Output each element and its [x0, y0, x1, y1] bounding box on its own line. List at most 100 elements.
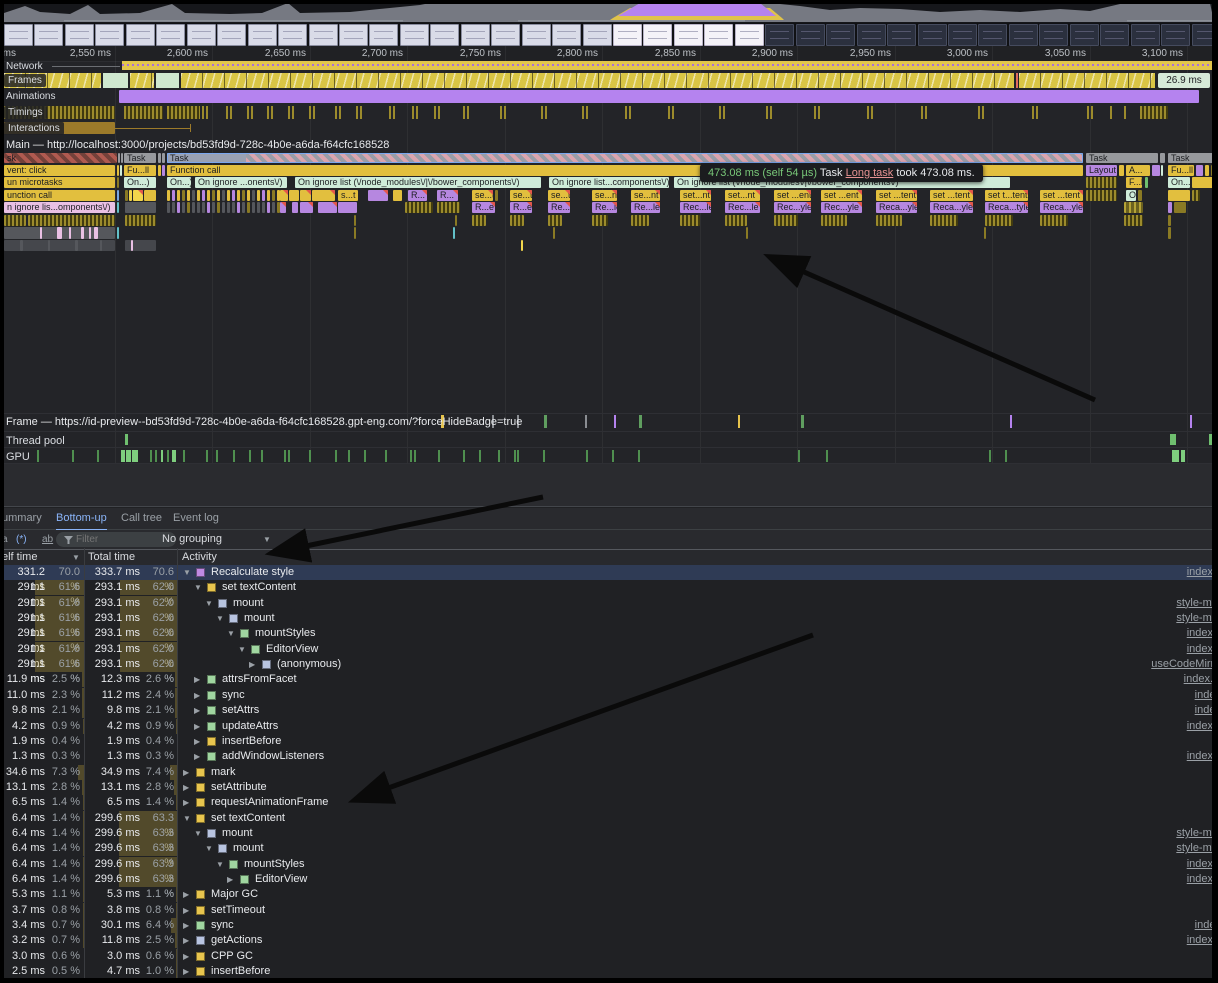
flame-bar[interactable] — [167, 202, 170, 213]
flame-bar[interactable] — [252, 190, 255, 201]
flame-bar[interactable] — [292, 202, 298, 213]
flame-bar[interactable] — [207, 190, 210, 201]
table-row[interactable]: 3.7 ms0.8 %3.8 ms0.8 %▶setTimeout — [0, 903, 1218, 918]
table-row[interactable]: 6.4 ms1.4 %299.6 ms63.3 %▼mountstyle-mod — [0, 826, 1218, 841]
flame-bar[interactable] — [289, 190, 299, 201]
activity-label[interactable]: attrsFromFacet — [222, 672, 297, 687]
flame-bar[interactable] — [354, 227, 356, 239]
screenshot-thumbnail[interactable] — [948, 24, 977, 46]
table-row[interactable]: 6.4 ms1.4 %299.6 ms63.3 %▼mountstyle-mod — [0, 841, 1218, 856]
flame-bar[interactable] — [117, 165, 119, 176]
column-separator[interactable] — [177, 548, 178, 983]
flame-bar[interactable] — [242, 202, 245, 213]
activity-label[interactable]: EditorView — [266, 642, 318, 657]
flame-bar[interactable] — [338, 202, 357, 213]
table-row[interactable]: 1.3 ms0.3 %1.3 ms0.3 %▶addWindowListener… — [0, 749, 1218, 764]
flame-bar[interactable] — [272, 190, 275, 201]
flame-bar[interactable] — [318, 202, 337, 213]
table-row[interactable]: 13.1 ms2.8 %13.1 ms2.8 %▶setAttribute — [0, 780, 1218, 795]
table-row[interactable]: 5.3 ms1.1 %5.3 ms1.1 %▶Major GC — [0, 887, 1218, 902]
screenshot-thumbnail[interactable] — [1009, 24, 1038, 46]
flame-bar[interactable] — [177, 190, 180, 201]
flame-bar[interactable] — [1205, 165, 1209, 176]
source-link[interactable]: useCodeMirror — [1151, 657, 1218, 672]
activity-label[interactable]: CPP GC — [211, 949, 253, 964]
expand-arrow-closed[interactable]: ▶ — [194, 688, 200, 703]
expand-arrow-closed[interactable]: ▶ — [183, 887, 189, 902]
screenshot-thumbnail[interactable] — [34, 24, 63, 46]
flame-bar[interactable] — [1086, 177, 1117, 188]
flame-bar[interactable]: n ignore lis...omponents\/) — [4, 202, 115, 213]
flame-bar[interactable] — [162, 153, 165, 163]
flame-bar[interactable]: se...t — [510, 190, 532, 201]
flame-bar[interactable] — [495, 190, 498, 201]
expand-arrow-closed[interactable]: ▶ — [194, 749, 200, 764]
expand-arrow-open[interactable]: ▼ — [194, 580, 202, 595]
flame-bar[interactable] — [187, 202, 190, 213]
flame-bar[interactable]: Rec...le — [680, 202, 711, 213]
activity-label[interactable]: Recalculate style — [211, 565, 294, 580]
flame-bar[interactable] — [48, 240, 50, 251]
flame-bar[interactable] — [94, 227, 98, 239]
flame-bar[interactable]: set...nt — [680, 190, 711, 201]
flame-bar[interactable] — [300, 202, 313, 213]
activity-label[interactable]: mountStyles — [244, 857, 305, 872]
flame-bar[interactable] — [553, 227, 555, 239]
header-total-time[interactable]: Total time — [88, 550, 135, 565]
match-whole-word-icon[interactable]: ab — [42, 530, 53, 549]
flame-bar[interactable]: Fu...ll — [1168, 165, 1194, 176]
flame-bar[interactable] — [521, 240, 523, 251]
flame-bar[interactable] — [1145, 177, 1148, 188]
screenshot-thumbnail[interactable] — [796, 24, 825, 46]
flame-bar[interactable] — [631, 215, 649, 226]
activity-label[interactable]: insertBefore — [211, 964, 270, 979]
sort-arrow-icon[interactable]: ▼ — [72, 550, 80, 565]
flame-bar[interactable] — [272, 202, 275, 213]
flame-bar[interactable] — [182, 190, 185, 201]
flame-bar[interactable]: Re...le — [592, 202, 617, 213]
flame-bar[interactable] — [821, 215, 847, 226]
screenshot-thumbnail[interactable] — [461, 24, 490, 46]
expand-arrow-open[interactable]: ▼ — [205, 596, 213, 611]
flame-bar[interactable]: Re...e — [548, 202, 570, 213]
flame-bar[interactable] — [212, 202, 215, 213]
regex-icon[interactable]: (*) — [16, 530, 27, 549]
table-row[interactable]: 3.0 ms0.6 %3.0 ms0.6 %▶CPP GC — [0, 949, 1218, 964]
table-row[interactable]: 291.1 ms61.6 %293.1 ms62.0 %▶(anonymous)… — [0, 657, 1218, 672]
screenshot-thumbnail[interactable] — [643, 24, 672, 46]
flame-bar[interactable]: set t...tent — [985, 190, 1028, 201]
activity-label[interactable]: mount — [233, 841, 264, 856]
flame-bar[interactable] — [217, 202, 220, 213]
table-row[interactable]: 9.8 ms2.1 %9.8 ms2.1 %▶setAttrsindex. — [0, 703, 1218, 718]
flame-bar[interactable] — [125, 215, 156, 226]
flame-bar[interactable] — [237, 202, 240, 213]
filter-input[interactable] — [56, 532, 176, 547]
flame-bar[interactable] — [177, 202, 180, 213]
tab-bottom-up[interactable]: Bottom-up — [56, 508, 107, 531]
frame-duration-badge[interactable]: 26.9 ms — [1158, 73, 1210, 88]
flame-bar[interactable]: vent: click — [4, 165, 115, 176]
screenshot-thumbnail[interactable] — [583, 24, 612, 46]
expand-arrow-closed[interactable]: ▶ — [227, 872, 233, 887]
flame-bar[interactable]: O... — [1126, 190, 1136, 201]
flame-bar[interactable] — [453, 227, 455, 239]
flame-bar[interactable]: set ...tent — [930, 190, 973, 201]
screenshot-thumbnail[interactable] — [278, 24, 307, 46]
flame-bar[interactable]: R... — [408, 190, 427, 201]
flame-bar[interactable] — [1124, 202, 1143, 213]
flame-bar[interactable] — [1086, 190, 1117, 201]
flame-bar[interactable] — [192, 190, 195, 201]
flame-bar[interactable] — [125, 240, 156, 251]
flame-bar[interactable] — [118, 153, 120, 163]
flame-bar[interactable]: Task — [167, 153, 1083, 163]
network-track-bar[interactable] — [122, 61, 1214, 70]
screenshot-thumbnail[interactable] — [217, 24, 246, 46]
flame-bar[interactable] — [158, 165, 161, 176]
flame-bar[interactable]: set ...ent — [774, 190, 811, 201]
flame-bar[interactable] — [1168, 227, 1171, 239]
flame-bar[interactable] — [129, 190, 132, 201]
flame-bar[interactable] — [267, 202, 270, 213]
expand-arrow-open[interactable]: ▼ — [194, 826, 202, 841]
flame-bar[interactable] — [117, 177, 119, 188]
flame-bar[interactable] — [437, 202, 460, 213]
